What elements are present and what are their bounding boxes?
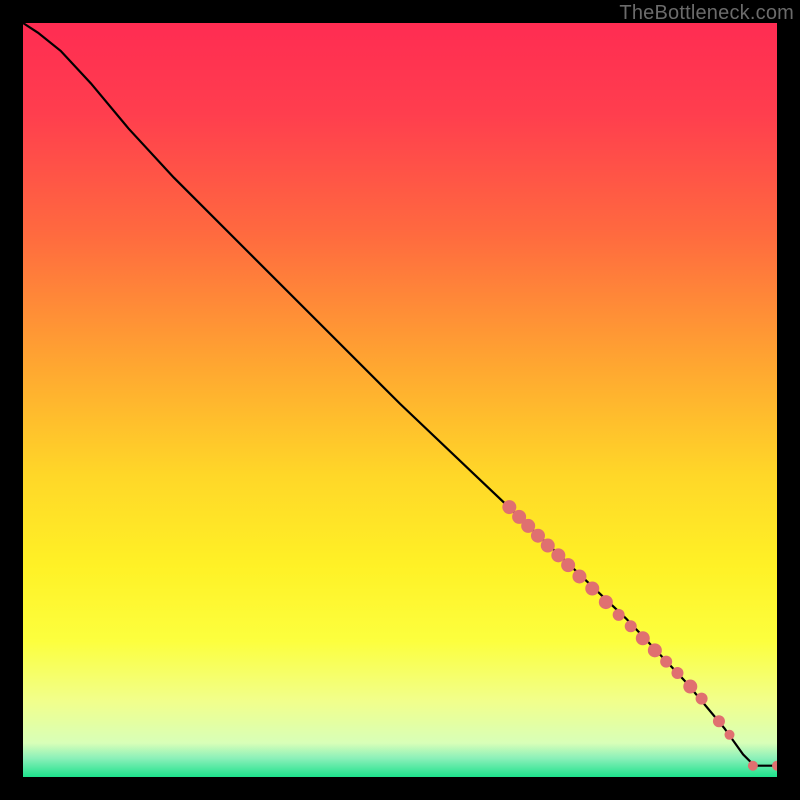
data-marker: [648, 643, 662, 657]
data-marker: [572, 569, 586, 583]
data-marker: [585, 582, 599, 596]
data-marker: [748, 761, 758, 771]
data-marker: [725, 730, 735, 740]
data-marker: [683, 680, 697, 694]
data-marker: [671, 667, 683, 679]
chart-frame: [23, 23, 777, 777]
data-marker: [625, 620, 637, 632]
data-marker: [613, 609, 625, 621]
data-marker: [696, 693, 708, 705]
watermark-text: TheBottleneck.com: [619, 2, 794, 25]
chart-stage: TheBottleneck.com: [0, 0, 800, 800]
data-marker: [636, 631, 650, 645]
chart-plot: [23, 23, 777, 777]
data-marker: [599, 595, 613, 609]
data-marker: [561, 558, 575, 572]
data-marker: [541, 539, 555, 553]
data-marker: [660, 656, 672, 668]
data-marker: [713, 715, 725, 727]
